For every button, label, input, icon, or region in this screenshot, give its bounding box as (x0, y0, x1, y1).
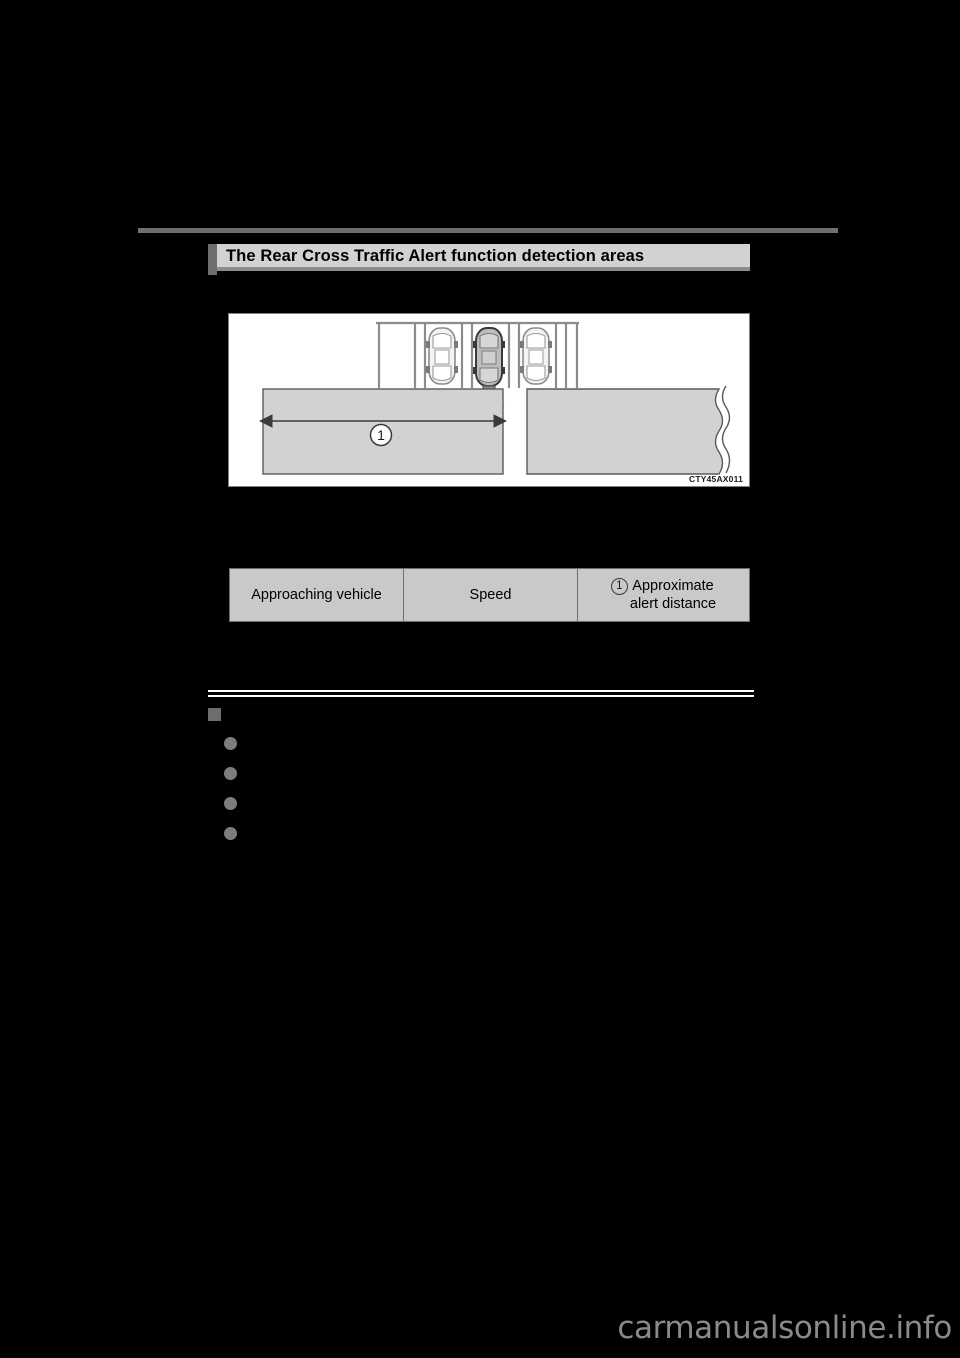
top-horizontal-rule (138, 228, 838, 233)
break-edge-line (721, 385, 731, 474)
square-marker-icon (208, 708, 221, 721)
callout-number-icon: 1 (610, 577, 628, 595)
rear-cross-traffic-detection-figure: 1 CTY45AX011 (228, 313, 750, 487)
notes-heading (208, 706, 754, 728)
spec-header-label-3-line1: Approximate (632, 577, 714, 594)
left-detection-area: 1 (259, 388, 507, 475)
figure-callout-1: 1 (377, 427, 385, 443)
notes-separator-rule (208, 690, 754, 698)
spec-table-header-speed: Speed (404, 569, 578, 621)
note-item (208, 763, 754, 788)
section-header-title: The Rear Cross Traffic Alert function de… (226, 247, 645, 265)
spec-header-label-3-line2: alert distance (629, 596, 717, 612)
section-header-tab (208, 244, 217, 275)
left-parked-vehicle (426, 327, 458, 385)
bullet-dot-icon (224, 797, 237, 810)
right-parked-vehicle (520, 327, 552, 385)
right-detection-area (526, 385, 731, 475)
note-item (208, 733, 754, 758)
spec-header-label-3: Approximate alert distance (630, 577, 716, 613)
separator-line-top (208, 690, 754, 692)
note-item (208, 793, 754, 818)
own-vehicle (473, 327, 505, 387)
figure-illustration: 1 (259, 321, 731, 475)
spec-header-label-1: Approaching vehicle (251, 587, 382, 603)
site-watermark: carmanualsonline.info (617, 1310, 952, 1346)
notes-block (208, 706, 754, 848)
spec-table: Approaching vehicle Speed 1 Approximate … (229, 568, 750, 622)
bullet-dot-icon (224, 827, 237, 840)
section-header: The Rear Cross Traffic Alert function de… (208, 244, 750, 275)
bullet-dot-icon (224, 737, 237, 750)
separator-line-bottom (208, 695, 754, 697)
spec-table-header-approaching-vehicle: Approaching vehicle (230, 569, 404, 621)
note-item (208, 823, 754, 848)
bullet-dot-icon (224, 767, 237, 780)
spec-header-label-2: Speed (469, 587, 512, 603)
spec-table-header-alert-distance: 1 Approximate alert distance (578, 569, 749, 621)
figure-code: CTY45AX011 (689, 474, 743, 484)
